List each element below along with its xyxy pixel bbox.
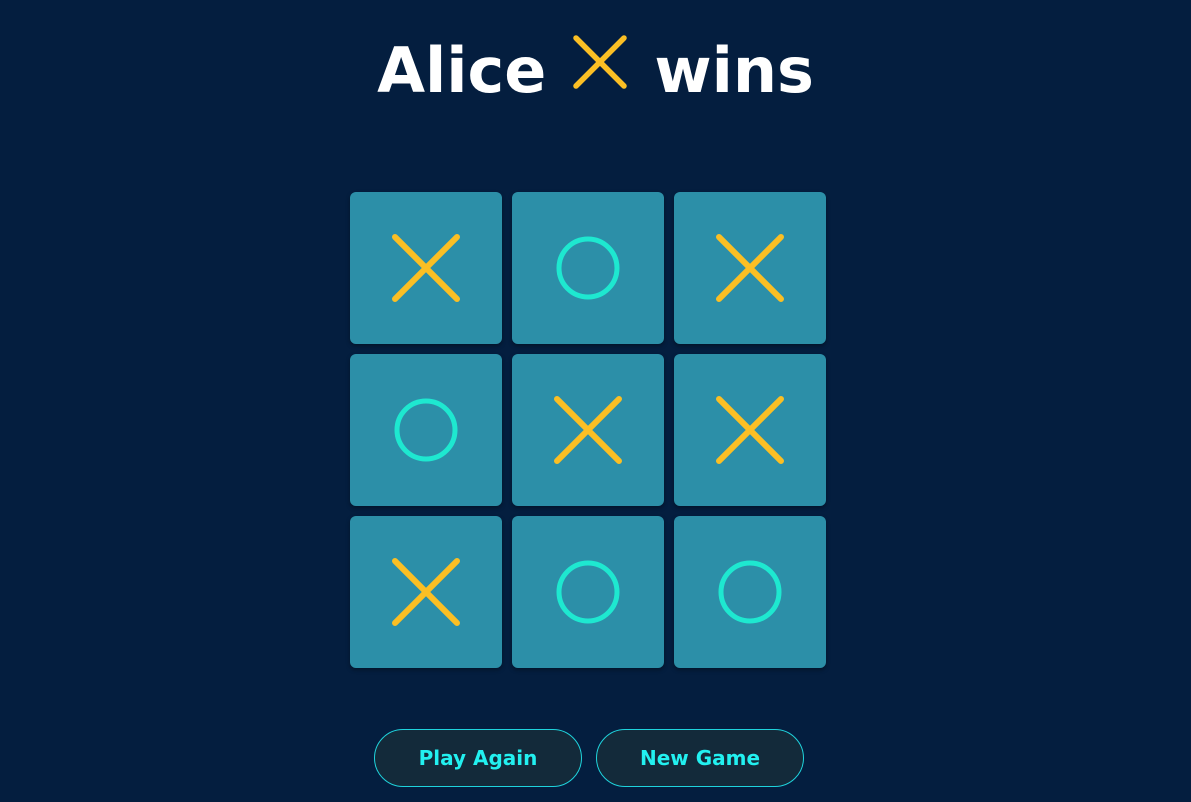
board-cell-2[interactable] bbox=[512, 192, 664, 344]
board-cell-1[interactable] bbox=[350, 192, 502, 344]
o-mark-icon bbox=[718, 560, 782, 624]
board-cell-3[interactable] bbox=[674, 192, 826, 344]
board-cell-8[interactable] bbox=[512, 516, 664, 668]
action-buttons: Play Again New Game bbox=[374, 729, 804, 787]
o-mark-icon bbox=[394, 398, 458, 462]
game-status-title: Alice wins bbox=[0, 26, 1191, 116]
winner-name: Alice bbox=[377, 34, 547, 107]
new-game-button[interactable]: New Game bbox=[596, 729, 804, 787]
board-cell-4[interactable] bbox=[350, 354, 502, 506]
x-mark-icon bbox=[573, 35, 628, 89]
o-mark-icon bbox=[556, 236, 620, 300]
board-cell-7[interactable] bbox=[350, 516, 502, 668]
result-word: wins bbox=[654, 34, 814, 107]
x-mark-icon bbox=[716, 396, 784, 464]
play-again-button[interactable]: Play Again bbox=[374, 729, 582, 787]
o-mark-icon bbox=[556, 560, 620, 624]
x-mark-icon bbox=[554, 396, 622, 464]
x-mark-icon bbox=[392, 558, 460, 626]
x-mark-icon bbox=[716, 234, 784, 302]
board-cell-5[interactable] bbox=[512, 354, 664, 506]
board-cell-6[interactable] bbox=[674, 354, 826, 506]
x-mark-icon bbox=[392, 234, 460, 302]
game-board bbox=[350, 192, 828, 670]
board-cell-9[interactable] bbox=[674, 516, 826, 668]
